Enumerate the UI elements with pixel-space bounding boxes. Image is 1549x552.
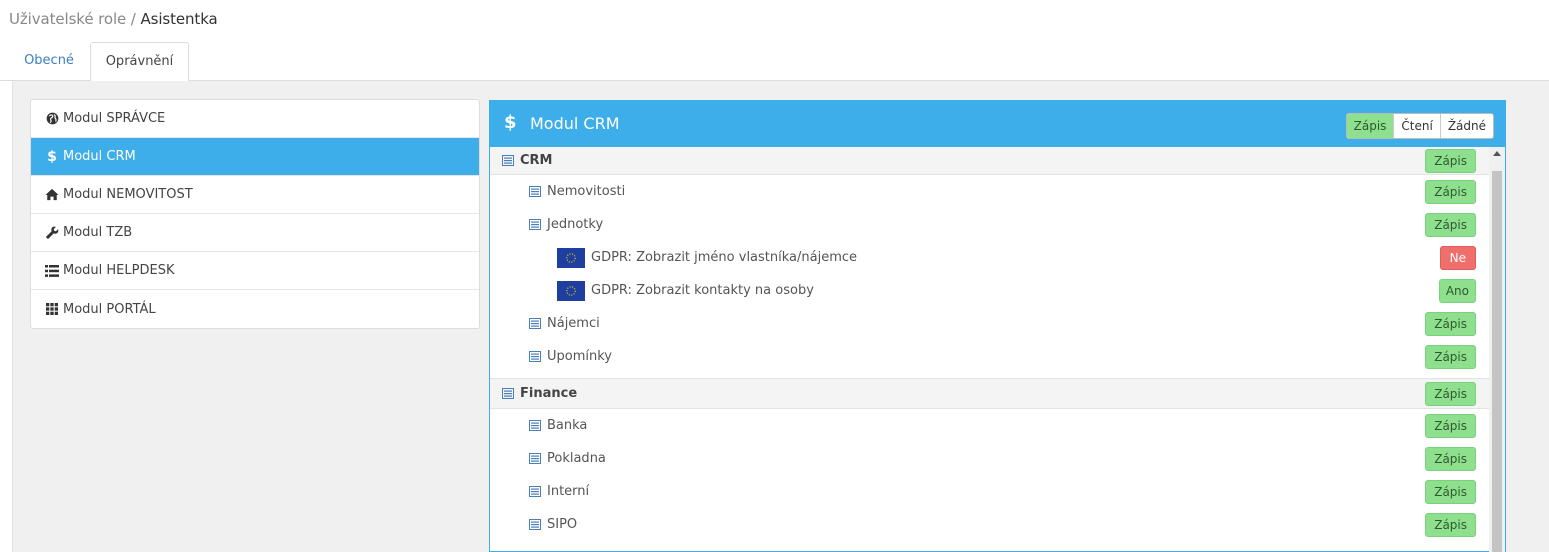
list-icon bbox=[43, 263, 61, 279]
permission-toggle[interactable]: Zápis bbox=[1425, 344, 1476, 369]
permission-row-gdpr-name: GDPR: Zobrazit jméno vlastníka/nájemce N… bbox=[490, 241, 1490, 274]
permission-label: GDPR: Zobrazit kontakty na osoby bbox=[591, 283, 814, 298]
list-icon bbox=[502, 155, 514, 166]
permission-toggle[interactable]: Zápis bbox=[1425, 479, 1476, 504]
permission-label: GDPR: Zobrazit jméno vlastníka/nájemce bbox=[591, 250, 858, 265]
module-item-tzb[interactable]: Modul TZB bbox=[31, 214, 479, 252]
module-item-label: Modul NEMOVITOST bbox=[63, 187, 193, 202]
permission-rows: CRM Zápis Nemovitosti Zápis Jednotky Záp… bbox=[490, 147, 1490, 552]
permission-row-nemovitosti: Nemovitosti Zápis bbox=[490, 175, 1490, 208]
level-read-button[interactable]: Čtení bbox=[1393, 114, 1439, 138]
breadcrumb-current: Asistentka bbox=[140, 10, 218, 28]
module-item-label: Modul SPRÁVCE bbox=[63, 111, 166, 126]
module-item-label: Modul PORTÁL bbox=[63, 301, 156, 317]
eu-flag-icon bbox=[557, 247, 585, 268]
permission-label: Banka bbox=[547, 418, 588, 433]
permission-row-najemci: Nájemci Zápis bbox=[490, 307, 1490, 340]
tab-bar: Obecné Oprávnění bbox=[0, 42, 1549, 82]
panel-title: Modul CRM bbox=[530, 114, 620, 133]
module-item-label: Modul HELPDESK bbox=[63, 263, 175, 278]
list-icon bbox=[529, 318, 541, 329]
level-write-button[interactable]: Zápis bbox=[1346, 114, 1394, 138]
permission-toggle[interactable]: Zápis bbox=[1425, 311, 1476, 336]
wrench-icon bbox=[43, 225, 61, 241]
permission-level-switch: Zápis Čtení Žádné bbox=[1345, 113, 1494, 139]
permission-toggle[interactable]: Ano bbox=[1438, 278, 1476, 303]
list-icon bbox=[529, 420, 541, 431]
grid-icon bbox=[43, 301, 61, 317]
permission-label: Interní bbox=[547, 484, 590, 499]
permission-toggle[interactable]: Zápis bbox=[1425, 212, 1476, 237]
permission-toggle[interactable]: Ne bbox=[1439, 245, 1476, 270]
module-item-crm[interactable]: $ Modul CRM bbox=[31, 138, 479, 176]
module-item-label: Modul TZB bbox=[63, 225, 133, 240]
permission-row-interni: Interní Zápis bbox=[490, 475, 1490, 508]
list-icon bbox=[529, 453, 541, 464]
list-icon bbox=[502, 388, 514, 399]
permission-row-jednotky: Jednotky Zápis bbox=[490, 208, 1490, 241]
module-item-portal[interactable]: Modul PORTÁL bbox=[31, 290, 479, 328]
breadcrumb-separator: / bbox=[126, 10, 141, 28]
level-none-button[interactable]: Žádné bbox=[1439, 114, 1493, 138]
permission-row-upominky: Upomínky Zápis bbox=[490, 340, 1490, 373]
permission-toggle[interactable]: Zápis bbox=[1425, 413, 1476, 438]
permission-toggle[interactable]: Zápis bbox=[1425, 446, 1476, 471]
permission-toggle[interactable]: Zápis bbox=[1425, 179, 1476, 204]
list-icon bbox=[529, 219, 541, 230]
home-icon bbox=[43, 187, 61, 203]
dollar-icon: $ bbox=[47, 148, 57, 165]
eu-flag-icon bbox=[557, 280, 585, 301]
permission-label: Nemovitosti bbox=[547, 184, 626, 199]
permission-row-sipo: SIPO Zápis bbox=[490, 508, 1490, 541]
permission-toggle[interactable]: Zápis bbox=[1425, 381, 1476, 406]
scroll-up-icon[interactable] bbox=[1493, 151, 1501, 156]
permission-label: Jednotky bbox=[547, 217, 604, 232]
permission-row-gdpr-contacts: GDPR: Zobrazit kontakty na osoby Ano bbox=[490, 274, 1490, 307]
vertical-scrollbar[interactable] bbox=[1489, 147, 1505, 552]
list-icon bbox=[529, 186, 541, 197]
tab-obecne[interactable]: Obecné bbox=[14, 42, 84, 81]
panel-header: $ Modul CRM Zápis Čtení Žádné bbox=[490, 101, 1505, 147]
permission-toggle[interactable]: Zápis bbox=[1425, 512, 1476, 537]
permission-group-finance: Finance Zápis bbox=[490, 378, 1490, 409]
permission-toggle[interactable]: Zápis bbox=[1425, 148, 1476, 173]
permission-label: Nájemci bbox=[547, 316, 600, 331]
permission-label: SIPO bbox=[547, 517, 578, 532]
permission-label: Upomínky bbox=[547, 349, 612, 364]
permission-label: CRM bbox=[520, 153, 553, 168]
breadcrumb-parent[interactable]: Uživatelské role bbox=[9, 10, 126, 28]
breadcrumb: Uživatelské role / Asistentka bbox=[9, 10, 218, 28]
permission-group-crm: CRM Zápis bbox=[490, 147, 1490, 175]
globe-icon bbox=[43, 111, 61, 127]
scrollbar-thumb[interactable] bbox=[1492, 171, 1502, 552]
permission-label: Pokladna bbox=[547, 451, 606, 466]
module-item-nemovitost[interactable]: Modul NEMOVITOST bbox=[31, 176, 479, 214]
permission-label: Finance bbox=[520, 386, 578, 401]
module-item-spravce[interactable]: Modul SPRÁVCE bbox=[31, 100, 479, 138]
list-icon bbox=[529, 486, 541, 497]
dollar-icon: $ bbox=[504, 112, 517, 133]
list-icon bbox=[529, 351, 541, 362]
module-item-label: Modul CRM bbox=[63, 149, 136, 164]
module-list: Modul SPRÁVCE $ Modul CRM Modul NEMOVITO… bbox=[30, 99, 480, 329]
permission-row-pokladna: Pokladna Zápis bbox=[490, 442, 1490, 475]
list-icon bbox=[529, 519, 541, 530]
module-item-helpdesk[interactable]: Modul HELPDESK bbox=[31, 252, 479, 290]
permission-row-banka: Banka Zápis bbox=[490, 409, 1490, 442]
permissions-panel: $ Modul CRM Zápis Čtení Žádné CRM Zápis … bbox=[489, 100, 1506, 552]
tab-opravneni[interactable]: Oprávnění bbox=[90, 42, 189, 82]
